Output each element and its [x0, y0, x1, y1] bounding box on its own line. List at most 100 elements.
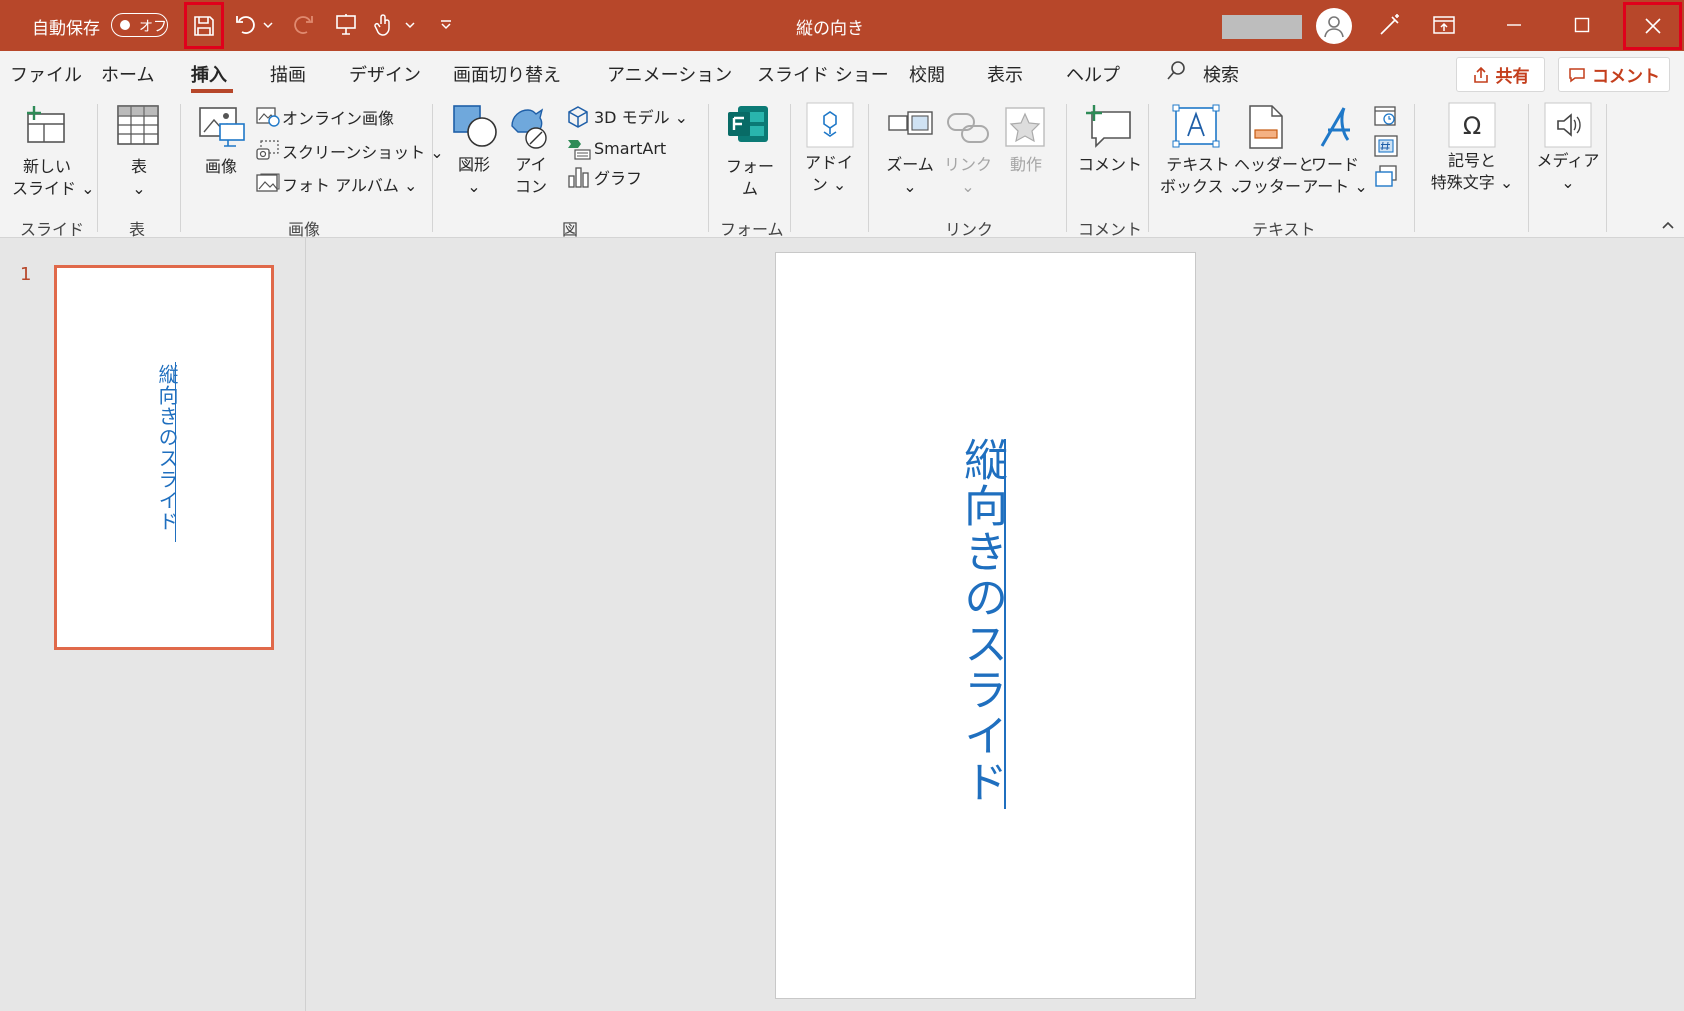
link-caret: ⌄ — [961, 177, 975, 196]
3d-model-button[interactable]: 3D モデル ⌄ — [594, 107, 688, 129]
touch-icon — [374, 14, 390, 36]
action-icon[interactable] — [1004, 106, 1046, 152]
picture-label[interactable]: 画像 — [196, 156, 246, 178]
photo-album-button[interactable]: フォト アルバム ⌄ — [282, 175, 417, 197]
shapes-caret: ⌄ — [467, 177, 481, 196]
symbol-icon[interactable]: Ω — [1448, 102, 1496, 152]
tab-help[interactable]: ヘルプ — [1066, 61, 1120, 87]
object-icon[interactable] — [1374, 164, 1398, 192]
zoom-icon[interactable] — [888, 108, 934, 148]
link-button[interactable]: リンク ⌄ — [940, 154, 996, 198]
customize-qat-button[interactable] — [428, 7, 464, 43]
tab-home[interactable]: ホーム — [101, 61, 154, 87]
textbox-icon[interactable] — [1172, 104, 1220, 152]
addins-icon[interactable] — [806, 102, 854, 152]
forms-button[interactable]: フォー ム — [722, 156, 778, 200]
ribbon-insert: 新しい スライド ⌄ スライド 表 ⌄ 表 画像 オンライン画像 スクリーンショ… — [0, 96, 1684, 239]
picture-icon[interactable] — [198, 104, 246, 152]
date-time-icon[interactable] — [1374, 104, 1398, 132]
search-label[interactable]: 検索 — [1203, 61, 1239, 87]
wordart-button[interactable]: ワード アート ⌄ — [1302, 154, 1368, 198]
slide-thumbnail[interactable]: 縦向きのスライド — [54, 265, 274, 650]
present-button[interactable] — [328, 7, 364, 43]
link-icon[interactable] — [946, 110, 990, 150]
zoom-button[interactable]: ズーム ⌄ — [882, 154, 938, 198]
tab-design[interactable]: デザイン — [349, 61, 421, 87]
user-name[interactable] — [1222, 15, 1302, 39]
designer-button[interactable] — [1372, 7, 1408, 43]
group-divider — [180, 104, 181, 232]
avatar[interactable] — [1316, 8, 1352, 44]
comment-icon — [1569, 67, 1585, 82]
symbols-button[interactable]: 記号と 特殊文字 ⌄ — [1424, 150, 1520, 194]
search-icon[interactable] — [1166, 59, 1188, 86]
wordart-icon[interactable] — [1316, 104, 1356, 154]
textbox-label-2: ボックス ⌄ — [1160, 177, 1243, 196]
tab-review[interactable]: 校閲 — [909, 61, 945, 87]
group-divider — [1606, 104, 1607, 232]
header-footer-label: ヘッダーと — [1234, 155, 1315, 174]
table-icon[interactable] — [116, 104, 160, 150]
touch-mode-button[interactable] — [366, 7, 402, 43]
addins-button[interactable]: アドイ ン ⌄ — [801, 152, 857, 196]
slide-title-text[interactable]: 縦向きのスライド — [956, 437, 1007, 805]
online-picture-button[interactable]: オンライン画像 — [282, 108, 394, 130]
group-divider — [97, 104, 98, 232]
minimize-button[interactable] — [1496, 7, 1532, 43]
collapse-ribbon-icon[interactable] — [1661, 218, 1675, 234]
touch-dropdown[interactable] — [400, 7, 420, 43]
table-button[interactable]: 表 ⌄ — [114, 156, 164, 200]
icons-button[interactable]: アイ コン — [506, 154, 556, 198]
new-comment-icon[interactable] — [1084, 104, 1132, 152]
thumbnail-textbox-edge — [175, 362, 176, 542]
table-caret: ⌄ — [132, 179, 146, 198]
icons-icon[interactable] — [508, 104, 554, 154]
ribbon-display-button[interactable] — [1426, 7, 1462, 43]
zoom-label: ズーム — [886, 155, 934, 174]
media-button[interactable]: メディア ⌄ — [1536, 150, 1600, 194]
slide-number-icon[interactable] — [1374, 134, 1398, 162]
new-slide-button[interactable]: 新しい スライド ⌄ — [12, 156, 95, 200]
tab-view[interactable]: 表示 — [987, 61, 1023, 87]
media-label: メディア — [1536, 151, 1600, 170]
addins-label-2: ン ⌄ — [811, 175, 847, 194]
action-button[interactable]: 動作 — [998, 154, 1054, 176]
group-divider — [1148, 104, 1149, 232]
save-button[interactable] — [184, 2, 224, 49]
tab-insert[interactable]: 挿入 — [191, 61, 227, 87]
tab-transitions[interactable]: 画面切り替え — [453, 61, 561, 87]
tab-slideshow[interactable]: スライド ショー — [757, 61, 889, 87]
forms-icon[interactable] — [726, 104, 770, 148]
maximize-button[interactable] — [1564, 7, 1600, 43]
new-slide-icon[interactable] — [24, 104, 68, 150]
slide-canvas[interactable]: 縦向きのスライド — [775, 252, 1196, 999]
media-icon[interactable] — [1544, 102, 1592, 152]
minimize-icon — [1507, 24, 1521, 26]
textbox-button[interactable]: テキスト ボックス ⌄ — [1160, 154, 1243, 198]
header-footer-icon[interactable] — [1248, 104, 1284, 154]
chart-button[interactable]: グラフ — [594, 168, 642, 190]
smartart-button[interactable]: SmartArt — [594, 138, 666, 160]
new-comment-button[interactable]: コメント — [1078, 154, 1142, 176]
group-label-text: テキスト — [1252, 220, 1316, 239]
close-button[interactable] — [1623, 2, 1682, 50]
share-button[interactable]: 共有 — [1456, 57, 1545, 92]
undo-dropdown[interactable] — [258, 7, 278, 43]
header-footer-button[interactable]: ヘッダーと フッター — [1234, 154, 1315, 198]
shapes-button[interactable]: 図形 ⌄ — [449, 154, 499, 198]
addins-label: アドイ — [804, 153, 853, 172]
media-caret: ⌄ — [1561, 173, 1575, 192]
comment-label: コメント — [1592, 67, 1660, 87]
tab-file[interactable]: ファイル — [10, 61, 82, 87]
zoom-caret: ⌄ — [903, 177, 917, 196]
wordart-label-2: アート ⌄ — [1302, 177, 1368, 196]
group-divider — [1066, 104, 1067, 232]
redo-button[interactable] — [285, 7, 321, 43]
comment-button[interactable]: コメント — [1558, 57, 1670, 92]
screenshot-button[interactable]: スクリーンショット ⌄ — [282, 142, 444, 164]
tab-animations[interactable]: アニメーション — [607, 61, 732, 87]
autosave-toggle[interactable]: オフ — [111, 13, 168, 37]
shapes-icon[interactable] — [452, 104, 500, 152]
tab-draw[interactable]: 描画 — [270, 61, 306, 87]
slide-editor: 縦向きのスライド — [307, 238, 1684, 1011]
